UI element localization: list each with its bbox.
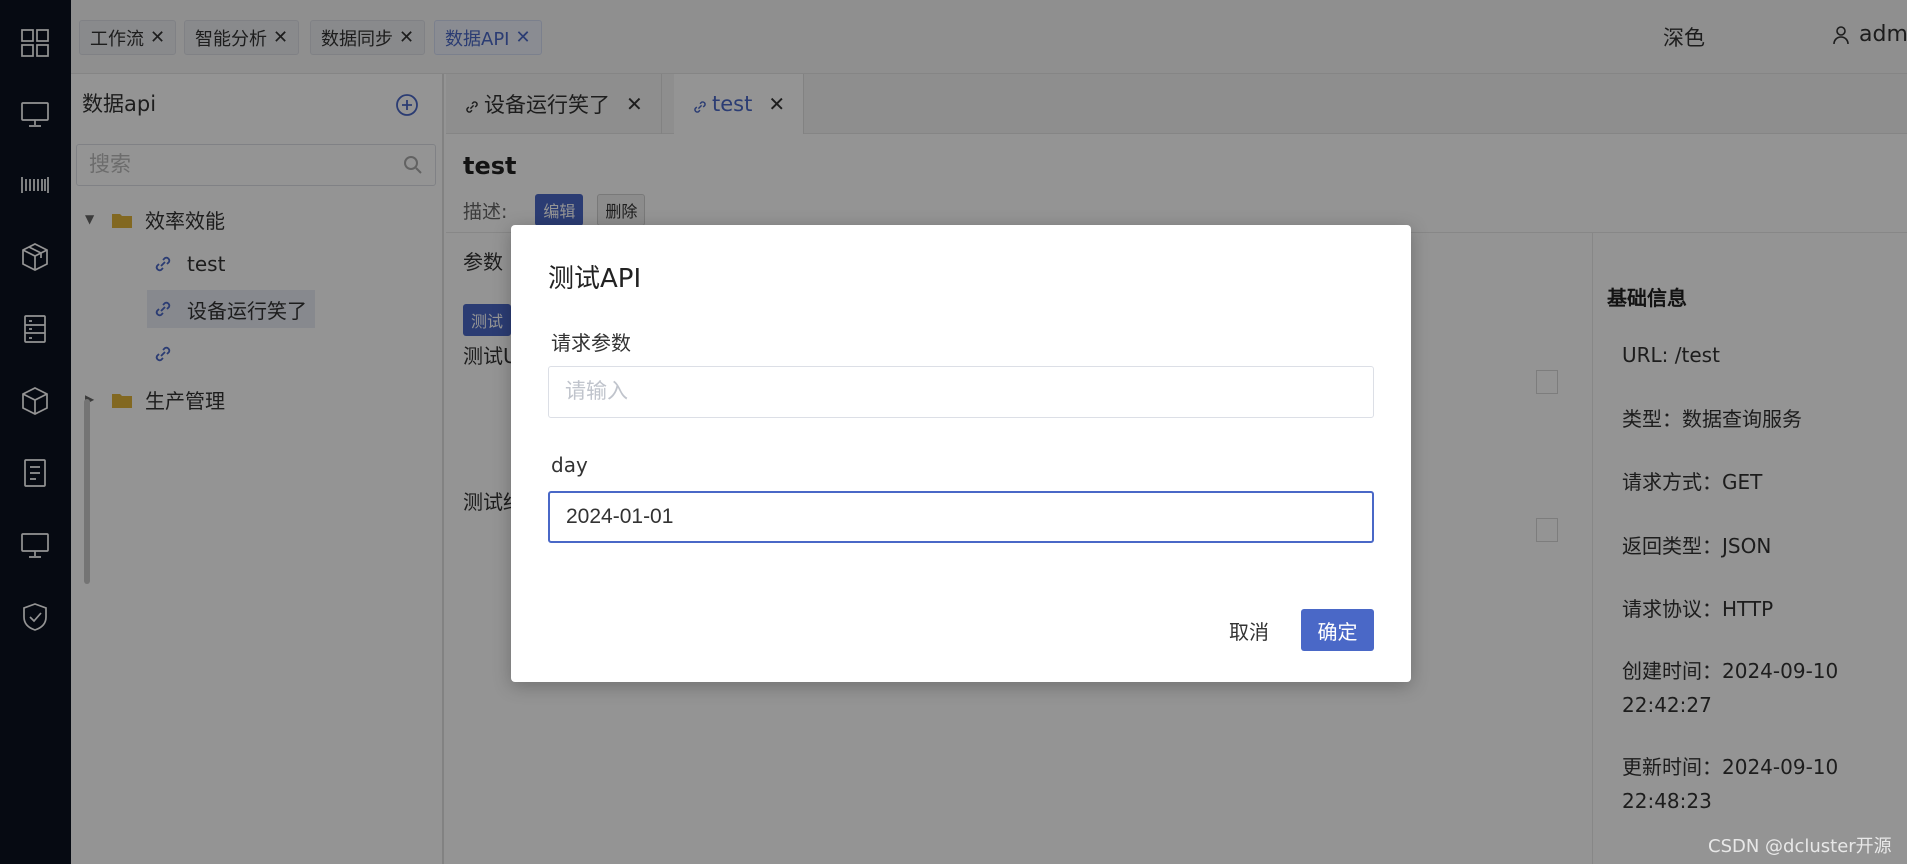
confirm-button[interactable]: 确定: [1301, 609, 1374, 651]
param-input[interactable]: [548, 366, 1374, 418]
dialog-title: 测试API: [548, 264, 642, 294]
param-label: 请求参数: [551, 331, 631, 355]
day-input[interactable]: [548, 491, 1374, 543]
watermark: CSDN @dcluster开源: [1708, 836, 1892, 857]
test-api-dialog: 测试API 请求参数 day 取消 确定: [511, 225, 1411, 682]
day-label: day: [551, 453, 588, 477]
cancel-button[interactable]: 取消: [1217, 609, 1281, 651]
